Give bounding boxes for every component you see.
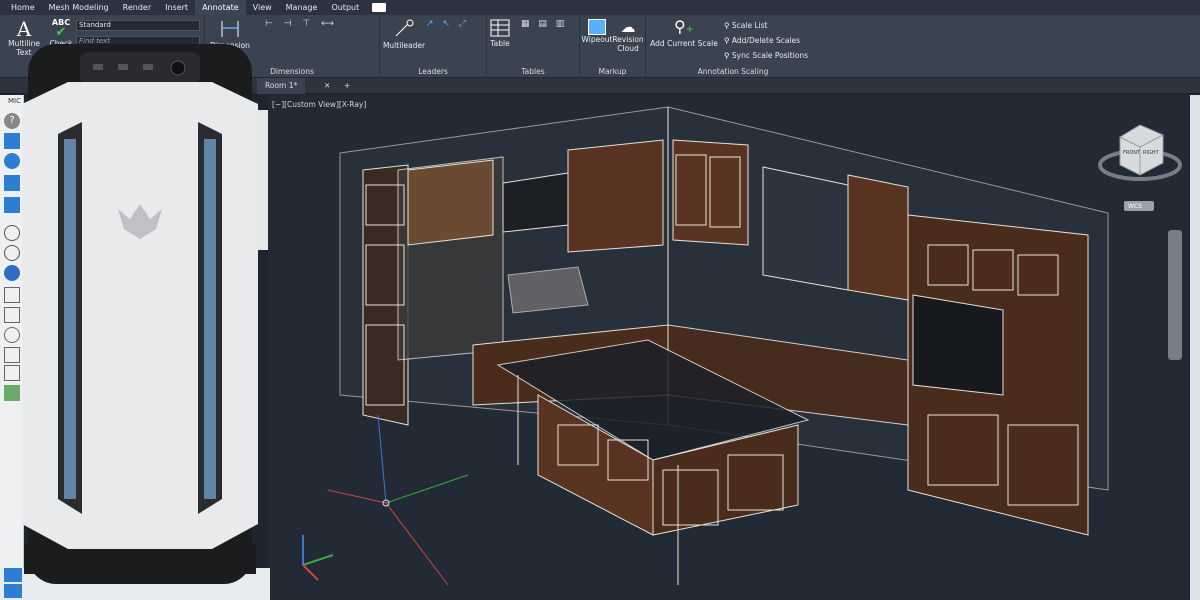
tables-panel: Table ▦ ▤ ▥ Tables [487, 15, 580, 78]
multileader-button[interactable]: Multileader [382, 19, 426, 50]
cloud-icon: ☁ [620, 18, 636, 36]
viewcube-right-label: RIGHT [1143, 150, 1159, 156]
dim-tool-icons: ⊢ ⊣ ⊤ ⟷ [265, 19, 339, 29]
close-icon[interactable]: ✕ [316, 78, 338, 94]
text-a-icon: A [16, 17, 32, 41]
pc-case-image [18, 44, 262, 584]
markup-panel-title: Markup [598, 67, 627, 76]
ucs-icon [302, 535, 334, 581]
annotation-scaling-panel-title: Annotation Scaling [697, 67, 769, 76]
add-current-scale-button[interactable]: ⚲+ Add Current Scale [650, 17, 718, 49]
vertical-scrollbar[interactable] [1190, 95, 1200, 600]
tab-manage[interactable]: Manage [279, 0, 325, 15]
tables-panel-title: Tables [521, 67, 545, 76]
multileader-label: Multileader [382, 41, 426, 50]
tab-view[interactable]: View [246, 0, 279, 15]
add-current-scale-label: Add Current Scale [650, 39, 718, 48]
tab-render[interactable]: Render [116, 0, 158, 15]
table-tool-icons: ▦ ▤ ▥ [521, 19, 568, 29]
tab-annotate[interactable]: Annotate [195, 0, 246, 15]
table-button[interactable]: Table [487, 19, 513, 48]
tab-output[interactable]: Output [324, 0, 366, 15]
text-style-value: Standard [79, 21, 111, 29]
ucs-axes [327, 414, 469, 586]
workspace-dropdown[interactable] [372, 3, 387, 12]
ribbon-tab-bar: Home Mesh Modeling Render Insert Annotat… [0, 0, 1200, 15]
add-scale-icon: ⚲+ [673, 17, 695, 36]
add-delete-label: Add/Delete Scales [731, 36, 801, 45]
leaders-panel: Multileader ↗ ↖ ⤢ Leaders [380, 15, 487, 78]
leaders-panel-title: Leaders [418, 67, 448, 76]
markup-panel: Wipeout ☁ Revision Cloud Markup [580, 15, 646, 78]
settings-gear-icon[interactable] [4, 584, 22, 598]
autocad-window: Home Mesh Modeling Render Insert Annotat… [0, 0, 1200, 600]
viewcube[interactable] [1098, 124, 1182, 211]
annotation-scaling-panel: ⚲+ Add Current Scale ⚲ Scale List ⚲ Add/… [646, 15, 820, 78]
revision-cloud-button[interactable]: ☁ Revision Cloud [612, 19, 644, 53]
checkmark-icon: ✔ [55, 25, 67, 40]
text-style-select[interactable]: Standard [76, 20, 200, 31]
table-label: Table [490, 39, 510, 48]
wipeout-button[interactable]: Wipeout [581, 19, 613, 44]
new-tab-plus-icon[interactable]: + [336, 78, 358, 94]
tab-insert[interactable]: Insert [158, 0, 195, 15]
revision-cloud-label: Revision Cloud [612, 35, 644, 53]
add-delete-icon: ⚲ [724, 36, 732, 45]
table-icon [490, 19, 510, 37]
scale-list-icon: ⚲ [724, 21, 732, 30]
wipeout-icon [588, 19, 606, 35]
leader-tool-icons: ↗ ↖ ⤢ [426, 19, 470, 29]
wipeout-label: Wipeout [581, 35, 613, 44]
add-delete-scales-button[interactable]: ⚲ Add/Delete Scales [724, 36, 800, 45]
sync-label: Sync Scale Positions [731, 51, 809, 60]
tab-home[interactable]: Home [4, 0, 42, 15]
viewport-controls-label[interactable]: [−][Custom View][X-Ray] [272, 100, 366, 109]
navigation-bar[interactable] [1168, 230, 1182, 360]
sync-icon: ⚲ [724, 51, 732, 60]
scale-list-label: Scale List [731, 21, 768, 30]
drawing-viewport[interactable]: FRONT RIGHT WCS [268, 95, 1190, 600]
multileader-icon [395, 19, 414, 37]
dimension-icon [221, 21, 239, 37]
scale-list-button[interactable]: ⚲ Scale List [724, 21, 768, 30]
wcs-label[interactable]: WCS [1128, 203, 1142, 210]
tab-mesh-modeling[interactable]: Mesh Modeling [42, 0, 116, 15]
tab-room-1[interactable]: Room 1* [257, 78, 306, 94]
sync-scale-positions-button[interactable]: ⚲ Sync Scale Positions [724, 51, 808, 60]
kitchen-3d-model [302, 106, 1182, 586]
viewcube-front-label: FRONT [1123, 150, 1141, 156]
